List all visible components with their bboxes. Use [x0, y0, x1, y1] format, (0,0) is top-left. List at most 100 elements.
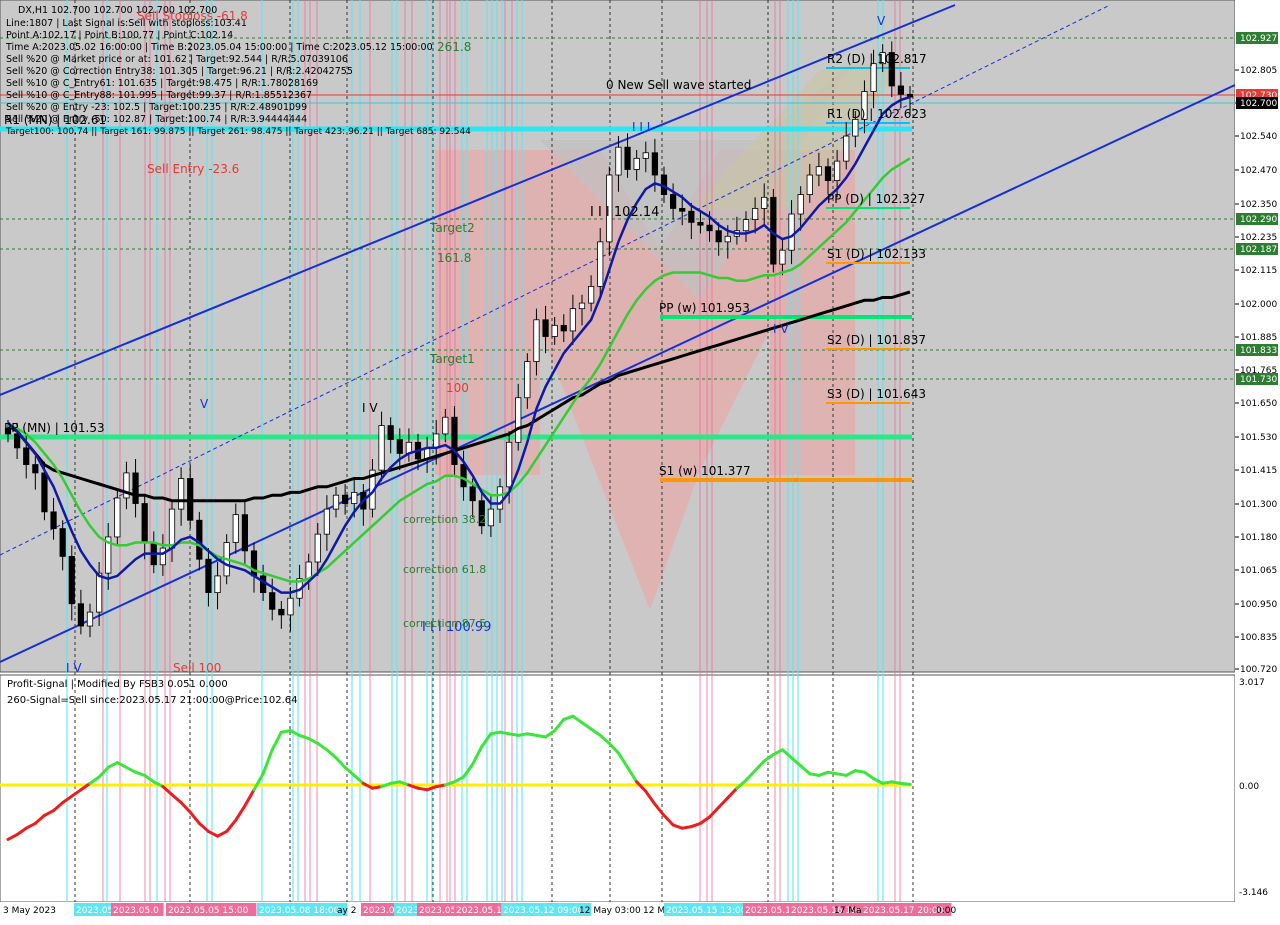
- candle-body: [533, 319, 540, 362]
- candle-body: [642, 152, 649, 159]
- candle-body: [77, 603, 84, 627]
- time-label: 2023.05.0: [113, 906, 159, 916]
- target-261-label: 261.8: [437, 40, 471, 54]
- price-tick-label: 102.000: [1240, 300, 1277, 310]
- signal-segment: [899, 781, 912, 786]
- pivot-label: S2 (D) | 101.837: [827, 333, 926, 347]
- candle-body: [843, 135, 850, 162]
- wave-v-label: V: [200, 397, 209, 411]
- candle-body: [578, 302, 586, 310]
- candle-body: [487, 508, 494, 527]
- price-tick-label: 102.350: [1240, 200, 1277, 210]
- candle-body: [569, 308, 576, 332]
- candle-body: [761, 196, 768, 209]
- sell-stoploss-label: Sell Stoploss -61.8: [137, 9, 248, 23]
- info-line: Sell %10 @ C_Entry88: 101.995 | Target:9…: [6, 90, 312, 101]
- time-label: 2023.05.05 15:00: [168, 906, 249, 916]
- candle-body: [706, 224, 713, 232]
- indicator-signal-text: 260-Signal=Sell since:2023.05.17 21:00:0…: [7, 695, 297, 706]
- price-mark-label: 102.187: [1240, 245, 1277, 255]
- candle-body: [214, 575, 221, 594]
- price-tick-label: 100.835: [1240, 633, 1277, 643]
- candle-body: [132, 472, 139, 504]
- candle-body: [323, 508, 330, 535]
- candle-body: [615, 146, 622, 176]
- indicator-title: Profit-Signal | Modified By FSB3 0.051 0…: [7, 679, 228, 690]
- price-tick-label: 101.650: [1240, 399, 1277, 409]
- candle-body: [32, 464, 39, 474]
- candle-body: [670, 194, 677, 209]
- info-line: Sell %10 @ C_Entry61: 101.635 | Target:9…: [6, 78, 318, 89]
- wave-iv-bottom-label: I V: [66, 661, 82, 675]
- price-tick-label: 100.950: [1240, 600, 1277, 610]
- time-label: 17 Ma: [834, 906, 862, 916]
- correction-38-label: correction 38.2: [403, 513, 486, 526]
- candle-body: [14, 433, 21, 449]
- candle-body: [59, 528, 66, 557]
- candle-body: [469, 486, 476, 502]
- pivot-label: R2 (D) | 102.817: [827, 52, 927, 66]
- candle-body: [496, 486, 504, 510]
- candle-body: [824, 166, 832, 182]
- info-line: Time A:2023.05.02 16:00:00 | Time B:2023…: [5, 42, 433, 53]
- candle-body: [287, 597, 294, 616]
- price-tick-label: 101.530: [1240, 433, 1277, 443]
- time-label: 2023.05.17 20:00: [863, 906, 944, 916]
- candle-body: [752, 208, 759, 220]
- candle-body: [806, 174, 813, 195]
- price-mark-label: 102.700: [1240, 99, 1277, 109]
- price-tick-label: 102.115: [1240, 266, 1277, 276]
- price-tick-label: 102.540: [1240, 132, 1277, 142]
- candle-body: [688, 210, 695, 223]
- candle-body: [159, 547, 166, 566]
- price-tick-label: 100.720: [1240, 665, 1277, 675]
- target-100-label: 100: [446, 381, 469, 395]
- time-label: ay 2: [337, 906, 356, 916]
- candle-body: [351, 491, 358, 504]
- correction-61-label: correction 61.8: [403, 563, 486, 576]
- indicator-axis-bottom: -3.146: [1239, 888, 1268, 898]
- time-axis-labels: 3 May 2023 2023.05.042023.05.0 2023.05.05 …: [3, 903, 956, 916]
- price-tick-label: 101.885: [1240, 333, 1277, 343]
- candle-body: [715, 230, 722, 243]
- pivot-label: S1 (D) | 102.133: [827, 247, 926, 261]
- candle-body: [506, 441, 513, 488]
- candle-body: [260, 575, 267, 594]
- target2-label: Target2: [429, 221, 475, 235]
- candle-body: [178, 478, 185, 510]
- targets-line: Target100: 100.74 || Target 161: 99.875 …: [5, 127, 471, 137]
- candle-body: [679, 208, 686, 212]
- price-mark-label: 101.833: [1240, 346, 1277, 356]
- time-label: 2023.05.08 18:00: [259, 906, 340, 916]
- info-line: Sell %20 @ Entry -23: 102.5 | Target:100…: [6, 102, 307, 113]
- candle-body: [724, 235, 731, 243]
- candle-body: [442, 416, 449, 435]
- candle-body: [551, 324, 558, 337]
- price-tick-label: 102.235: [1240, 233, 1277, 243]
- price-tick-label: 101.415: [1240, 466, 1277, 476]
- candle-body: [114, 497, 121, 538]
- time-label: 12 May 03:00: [579, 906, 641, 916]
- price-mark-label: 101.730: [1240, 375, 1277, 385]
- price-tick-label: 102.805: [1240, 66, 1277, 76]
- candle-body: [788, 213, 795, 251]
- candle-body: [269, 592, 276, 610]
- candle-body: [96, 572, 103, 613]
- candle-body: [834, 160, 841, 182]
- candle-body: [797, 194, 804, 215]
- r1-mn-label: R1 (MN) | 102.61: [4, 113, 106, 127]
- candle-body: [168, 508, 176, 549]
- candle-body: [852, 118, 859, 137]
- candle-body: [697, 221, 704, 226]
- candle-body: [141, 503, 148, 543]
- candle-body: [232, 514, 239, 543]
- target1-label: Target1: [429, 352, 475, 366]
- price-tick-label: 101.300: [1240, 500, 1277, 510]
- candle-body: [205, 558, 212, 594]
- indicator-axis-zero: 0.00: [1239, 782, 1259, 792]
- candle-body: [560, 324, 567, 332]
- candle-body: [342, 494, 349, 504]
- info-line: Point A:102.17 | Point B:100.77 | Point …: [6, 30, 233, 41]
- candle-body: [41, 472, 48, 513]
- indicator-axis-top: 3.017: [1239, 678, 1265, 688]
